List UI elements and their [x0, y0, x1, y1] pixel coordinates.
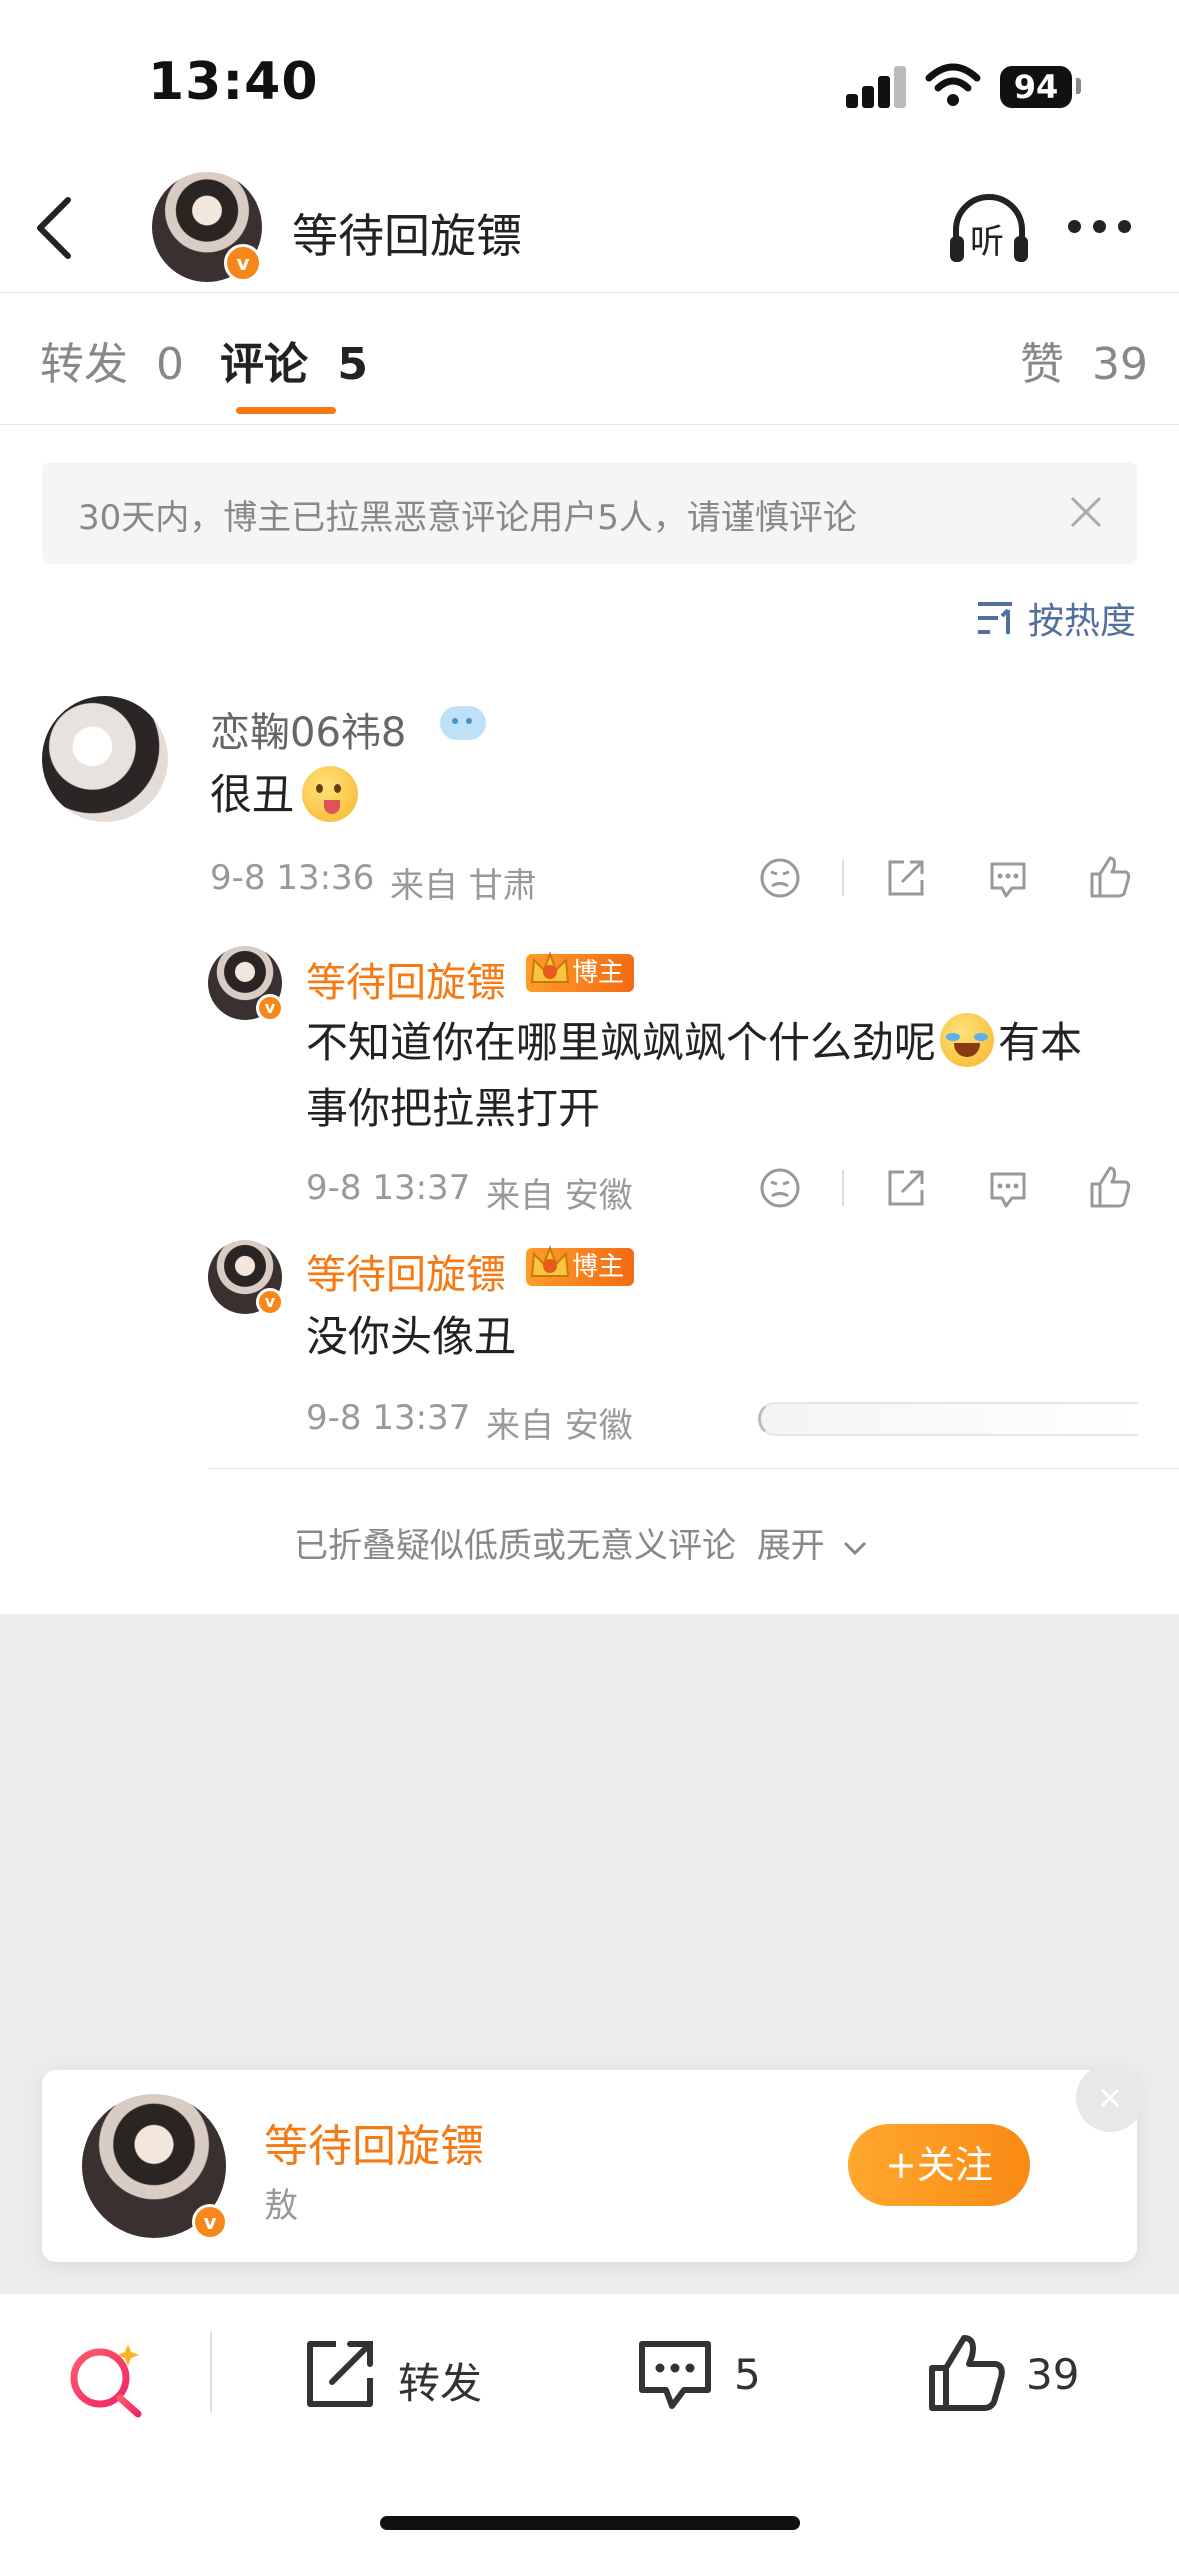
- author-badge: 博主: [526, 1245, 635, 1286]
- reply-time: 9-8 13:37: [306, 1168, 471, 1208]
- status-time: 13:40: [148, 52, 319, 112]
- comment-author[interactable]: 恋鞠06祎8: [210, 700, 406, 758]
- reply-location: 来自 安徽: [486, 1406, 633, 1446]
- verified-icon: v: [256, 994, 284, 1022]
- tab-comments[interactable]: 评论 5: [220, 328, 368, 392]
- laughing-tears-emoji-icon: [940, 1013, 995, 1067]
- header-divider: [0, 292, 1179, 293]
- author-badge-label: 博主: [572, 958, 625, 988]
- comment-text-content: 很丑: [210, 770, 295, 819]
- more-options-icon[interactable]: [1068, 220, 1132, 234]
- tab-comments-count: 5: [337, 339, 368, 390]
- commenter-avatar[interactable]: [42, 696, 168, 822]
- tab-comments-label: 评论: [220, 339, 308, 390]
- listen-label: 听: [970, 222, 1004, 262]
- verified-icon: v: [192, 2204, 228, 2240]
- thumbs-up-icon: [929, 2335, 1005, 2411]
- reply-author[interactable]: 等待回旋镖: [306, 1242, 506, 1300]
- crown-icon: [528, 1242, 572, 1288]
- share-icon[interactable]: [884, 856, 928, 900]
- home-indicator: [380, 2516, 800, 2530]
- tabs-divider: [0, 424, 1179, 425]
- bottom-bar-separator: [210, 2332, 212, 2412]
- close-icon[interactable]: [1066, 492, 1106, 532]
- battery-indicator: 94: [1000, 66, 1072, 108]
- action-separator: [842, 860, 844, 896]
- follow-card-name[interactable]: 等待回旋镖: [264, 2110, 484, 2174]
- notice-banner: 30天内，博主已拉黑恶意评论用户5人，请谨慎评论: [42, 462, 1137, 564]
- follow-button[interactable]: +关注: [848, 2124, 1030, 2206]
- comment-location: 来自 甘肃: [390, 866, 537, 906]
- cellular-signal-icon: [846, 66, 908, 108]
- tongue-emoji-icon: [302, 766, 358, 822]
- repost-label: 转发: [398, 2359, 483, 2408]
- reply-text: 不知道你在哪里飒飒飒个什么劲呢 有本 事你把拉黑打开: [306, 1010, 1136, 1142]
- battery-cap: [1076, 78, 1081, 94]
- comment-count: 5: [734, 2350, 761, 2399]
- follow-button-label: +关注: [885, 2143, 993, 2187]
- tab-likes-count: 39: [1092, 339, 1148, 390]
- thread-divider: [208, 1468, 1179, 1469]
- like-icon[interactable]: [1088, 854, 1132, 900]
- tab-repost-count: 0: [156, 339, 184, 390]
- listen-button[interactable]: 听: [946, 188, 1032, 268]
- repost-icon: [307, 2341, 373, 2407]
- reply-icon[interactable]: [986, 1166, 1030, 1210]
- share-icon[interactable]: [884, 1166, 928, 1210]
- like-count: 39: [1026, 2350, 1080, 2399]
- wifi-icon: [925, 63, 981, 106]
- follow-card-close-button[interactable]: [1076, 2064, 1144, 2132]
- dislike-icon[interactable]: [758, 856, 802, 900]
- reply-time: 9-8 13:37: [306, 1398, 471, 1438]
- crown-icon: [528, 948, 572, 994]
- tab-likes[interactable]: 赞 39: [1020, 328, 1148, 392]
- verified-icon: v: [256, 1288, 284, 1316]
- reply-text-part2: 有本: [998, 1018, 1083, 1067]
- tab-repost[interactable]: 转发 0: [40, 328, 184, 392]
- tab-likes-label: 赞: [1020, 339, 1064, 390]
- sort-label: 按热度: [1028, 601, 1137, 642]
- search-icon[interactable]: [64, 2338, 148, 2422]
- chevron-down-icon: [843, 1541, 866, 1556]
- member-cloud-icon: [440, 706, 486, 740]
- follow-card-subtitle: 敖: [264, 2186, 298, 2226]
- reply-text-line2: 事你把拉黑打开: [306, 1084, 601, 1133]
- reply-text: 没你头像丑: [306, 1312, 517, 1361]
- close-icon: [1100, 2088, 1120, 2108]
- bottom-bar: 转发 5 39: [0, 2294, 1179, 2556]
- loading-placeholder: [758, 1402, 1138, 1436]
- reply-text-part1: 不知道你在哪里飒飒飒个什么劲呢: [306, 1018, 937, 1067]
- comment-text: 很丑: [210, 762, 294, 828]
- comment-icon: [639, 2341, 711, 2409]
- folded-text: 已折叠疑似低质或无意义评论: [294, 1526, 736, 1566]
- notice-text: 30天内，博主已拉黑恶意评论用户5人，请谨慎评论: [78, 498, 857, 538]
- action-separator: [842, 1170, 844, 1206]
- expand-label: 展开: [756, 1526, 825, 1566]
- header-title[interactable]: 等待回旋镖: [292, 200, 522, 266]
- reply-icon[interactable]: [986, 856, 1030, 900]
- back-icon[interactable]: [32, 196, 76, 260]
- author-badge: 博主: [526, 951, 635, 992]
- verified-icon: v: [224, 244, 262, 282]
- reply-location: 来自 安徽: [486, 1176, 633, 1216]
- like-icon[interactable]: [1088, 1164, 1132, 1210]
- follow-card[interactable]: v 等待回旋镖 敖 +关注: [42, 2070, 1137, 2262]
- comment-time: 9-8 13:36: [210, 858, 375, 898]
- sort-icon: [978, 602, 1012, 634]
- tab-repost-label: 转发: [40, 339, 128, 390]
- author-badge-label: 博主: [572, 1252, 625, 1282]
- active-tab-indicator: [236, 407, 336, 414]
- reply-author[interactable]: 等待回旋镖: [306, 950, 506, 1008]
- dislike-icon[interactable]: [758, 1166, 802, 1210]
- folded-comments-toggle[interactable]: 已折叠疑似低质或无意义评论 展开: [294, 1518, 868, 1567]
